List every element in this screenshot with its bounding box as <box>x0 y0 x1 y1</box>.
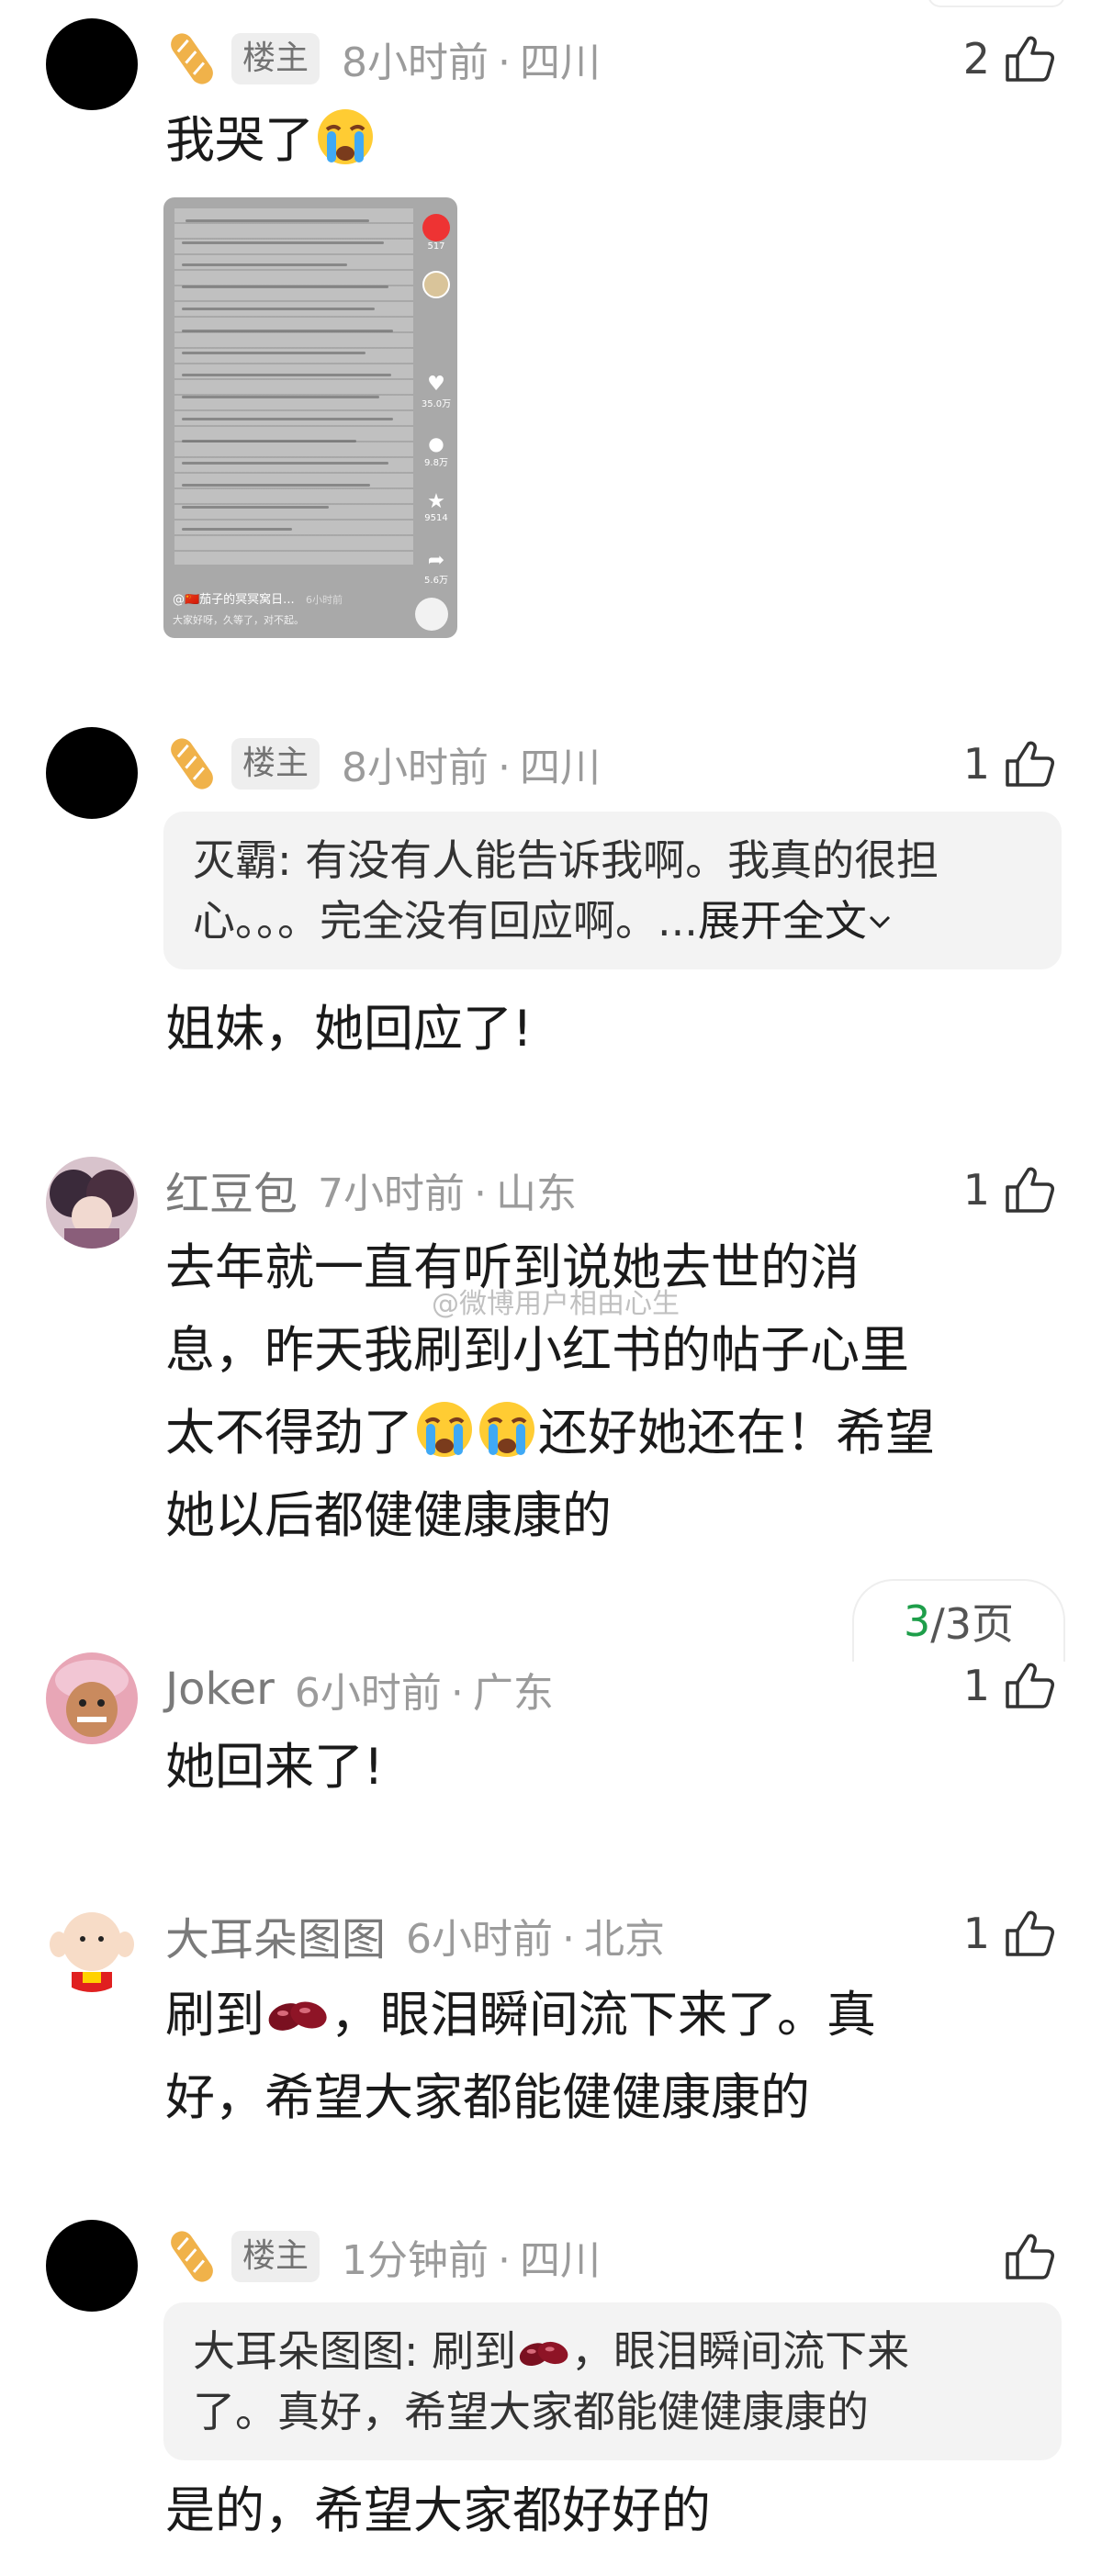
handwriting-line <box>182 352 365 354</box>
handwriting-line <box>186 219 369 222</box>
like-button[interactable]: 1 <box>963 1652 1056 1719</box>
like-button[interactable]: 2 <box>963 26 1056 92</box>
handwriting-line <box>182 506 329 509</box>
like-button[interactable] <box>1003 2223 1056 2290</box>
quoted-comment[interactable]: 灭霸: 有没有人能告诉我啊。我真的很担 心。。。完全没有回应啊。...展开全文 <box>163 812 1062 969</box>
thumb-up-icon <box>1006 1910 1054 1956</box>
text-line: 刷到 ，眼泪瞬间流下来了。真 <box>165 1986 876 2044</box>
thumb-up-icon <box>1006 741 1054 787</box>
comment-time: 6小时前 · 北京 <box>406 1916 666 1963</box>
username[interactable]: 大耳朵图图 <box>165 1903 386 1967</box>
like-count: 2 <box>962 34 990 84</box>
current-page: 3 <box>903 1596 931 1646</box>
crying-emoji <box>479 1402 534 1457</box>
page-indicator[interactable]: 3/3页 <box>852 1579 1065 1662</box>
red-bean-emoji <box>268 2001 327 2031</box>
comment-text: 她回来了! <box>165 1738 384 1796</box>
crying-emoji <box>417 1402 472 1457</box>
bread-icon <box>171 33 213 84</box>
video-thumbnail[interactable]: 517 ♥ 35.0万 ● 9.8万 ★ 9514 ➦ 5.6万 @🇨🇳茄子的冥冥窝日.… <box>163 197 457 638</box>
avatar[interactable] <box>46 1652 138 1744</box>
comment-text: 我哭了 <box>165 99 1047 182</box>
text-line: 好，希望大家都能健健康康的 <box>165 2068 810 2126</box>
comment-time: 1分钟前 · 四川 <box>342 2237 602 2284</box>
thumb-up-icon <box>1006 2234 1054 2279</box>
avatar[interactable] <box>46 1900 138 1992</box>
quote-line-1: 大耳朵图图: 刷到 ，眼泪瞬间流下来 <box>193 2326 910 2376</box>
comment-text: 是的，希望大家都好好的 <box>165 2481 711 2539</box>
comment-meta: 楼主 1分钟前 · 四川 <box>165 2223 601 2290</box>
avatar[interactable] <box>46 727 138 819</box>
comment-time: 8小时前 · 四川 <box>342 745 602 791</box>
like-button[interactable]: 1 <box>963 731 1056 797</box>
comment-text: 姐妹，她回应了! <box>165 1000 533 1058</box>
handwriting-line <box>182 484 370 487</box>
like-button[interactable]: 1 <box>963 1900 1056 1966</box>
chevron-down-icon <box>869 915 890 929</box>
bread-icon <box>171 2231 213 2282</box>
comment-meta: 楼主 8小时前 · 四川 <box>165 26 601 92</box>
comment-time: 8小时前 · 四川 <box>342 39 602 86</box>
handwriting-line <box>182 418 393 420</box>
mute-icon[interactable] <box>415 598 448 631</box>
handwriting-line <box>182 396 379 398</box>
comment-time: 7小时前 · 山东 <box>318 1170 578 1217</box>
comment-meta: 红豆包 7小时前 · 山东 <box>165 1157 577 1223</box>
quoted-comment[interactable]: 大耳朵图图: 刷到 ，眼泪瞬间流下来 了。真好，希望大家都能健健康康的 <box>163 2302 1062 2460</box>
watermark: @微博用户相由心生 <box>432 1288 680 1320</box>
handwriting-line <box>182 374 391 376</box>
video-caption: @🇨🇳茄子的冥冥窝日... 6小时前 <box>173 593 343 607</box>
handwriting-line <box>182 440 356 442</box>
avatar[interactable] <box>46 1157 138 1249</box>
comment-text: 去年就一直有听到说她去世的消 息，昨天我刷到小红书的帖子心里 太不得劲了 还好她还… <box>165 1226 1047 1557</box>
thumb-up-icon <box>1006 1167 1054 1213</box>
quote-line-1: 灭霸: 有没有人能告诉我啊。我真的很担 <box>193 835 939 885</box>
handwriting-line <box>182 308 375 310</box>
star-icon: ★ 9514 <box>424 490 448 524</box>
avatar[interactable] <box>46 18 138 110</box>
handwriting-line <box>182 528 292 531</box>
handwriting-line <box>182 286 388 288</box>
crying-emoji <box>318 109 373 164</box>
text-line: 她以后都健健康康的 <box>165 1486 612 1544</box>
thumb-up-icon <box>1006 1663 1054 1708</box>
heart-icon: ♥ 35.0万 <box>421 373 452 410</box>
op-badge: 楼主 <box>231 2231 320 2282</box>
thumb-up-icon <box>1006 36 1054 82</box>
handwriting-line <box>182 462 388 465</box>
comment-meta: 楼主 8小时前 · 四川 <box>165 731 601 797</box>
like-count: 1 <box>962 1661 990 1710</box>
video-caption-line2: 大家好呀，久等了，对不起。 <box>173 614 304 626</box>
comment-meta: Joker 6小时前 · 广东 <box>165 1656 554 1722</box>
like-count: 1 <box>962 739 990 789</box>
like-count: 1 <box>962 1909 990 1958</box>
letter-paper <box>174 208 413 565</box>
quote-line-2: 了。真好，希望大家都能健健康康的 <box>193 2387 869 2436</box>
bread-icon <box>171 738 213 790</box>
op-badge: 楼主 <box>231 738 320 790</box>
red-bean-emoji <box>519 2341 568 2367</box>
share-icon: ➦ 5.6万 <box>424 549 448 587</box>
comment-meta: 大耳朵图图 6小时前 · 北京 <box>165 1902 665 1968</box>
comment-text: 刷到 ，眼泪瞬间流下来了。真 好，希望大家都能健健康康的 <box>165 1974 1047 2139</box>
comment-icon: ● 9.8万 <box>424 432 448 468</box>
username[interactable]: 红豆包 <box>165 1158 298 1222</box>
text-line: 太不得劲了 还好她还在！希望 <box>165 1392 1047 1474</box>
handwriting-line <box>182 263 347 266</box>
comment-time: 6小时前 · 广东 <box>294 1670 554 1717</box>
like-count: 1 <box>962 1165 990 1215</box>
handwriting-line <box>182 330 393 332</box>
like-button[interactable]: 1 <box>963 1157 1056 1223</box>
text-line: 息，昨天我刷到小红书的帖子心里 <box>165 1321 909 1379</box>
author-avatar <box>421 271 452 298</box>
record-icon: 517 <box>421 214 452 252</box>
previous-card-edge <box>928 0 1065 7</box>
expand-link[interactable]: 展开全文 <box>698 896 867 946</box>
avatar[interactable] <box>46 2220 138 2312</box>
quote-line-2: 心。。。完全没有回应啊。...展开全文 <box>193 890 1032 951</box>
username[interactable]: Joker <box>165 1663 275 1715</box>
op-badge: 楼主 <box>231 33 320 84</box>
handwriting-line <box>182 241 384 244</box>
total-pages: /3页 <box>930 1599 1015 1649</box>
